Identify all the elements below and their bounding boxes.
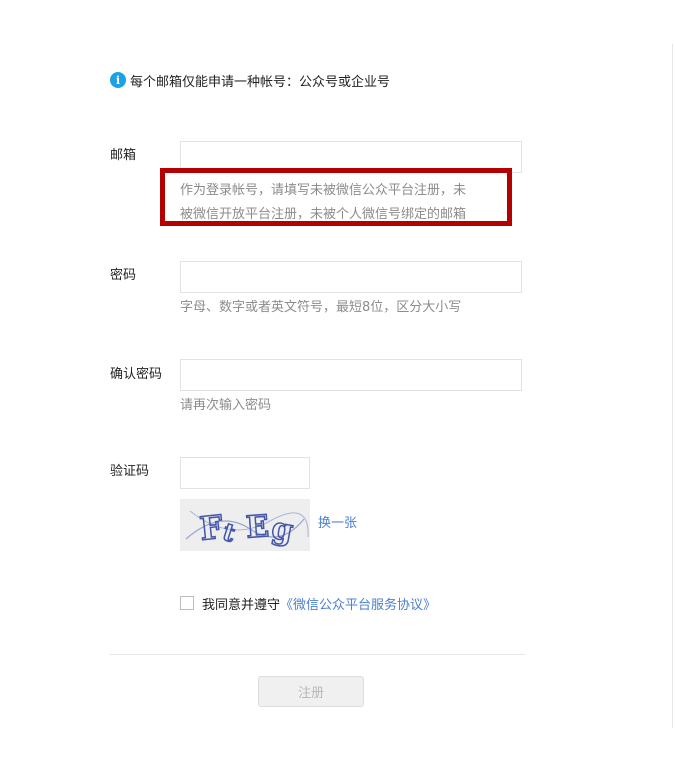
email-hint-line2: 被微信开放平台注册，未被个人微信号绑定的邮箱 [180, 207, 467, 222]
account-notice: i 每个邮箱仅能申请一种帐号：公众号或企业号 [110, 71, 391, 90]
password-label: 密码 [110, 268, 137, 283]
confirm-password-input[interactable] [180, 359, 522, 391]
captcha-input[interactable] [180, 457, 310, 489]
password-input[interactable] [180, 261, 522, 293]
agreement-text: 我同意并遵守 [202, 597, 281, 613]
email-label: 邮箱 [110, 148, 137, 163]
confirm-password-label: 确认密码 [110, 367, 163, 382]
confirm-password-hint: 请再次输入密码 [180, 398, 272, 413]
password-hint: 字母、数字或者英文符号，最短8位，区分大小写 [180, 300, 462, 315]
captcha-image[interactable]: F t E g [180, 499, 310, 551]
agreement-link[interactable]: 《微信公众平台服务协议》 [280, 594, 436, 613]
captcha-graphic: F t E g [180, 499, 310, 551]
form-divider [110, 654, 525, 655]
captcha-refresh-link[interactable]: 换一张 [318, 515, 357, 533]
captcha-label: 验证码 [110, 464, 150, 479]
email-hint-line1: 作为登录帐号，请填写未被微信公众平台注册，未 [180, 183, 467, 198]
agreement-checkbox[interactable] [180, 596, 194, 610]
right-divider [672, 44, 673, 728]
info-icon: i [110, 72, 126, 88]
agreement-row: 我同意并遵守 《微信公众平台服务协议》 [180, 594, 436, 613]
email-hint-highlight: 作为登录帐号，请填写未被微信公众平台注册，未 被微信开放平台注册，未被个人微信号… [160, 168, 512, 226]
notice-text: 每个邮箱仅能申请一种帐号：公众号或企业号 [130, 74, 391, 90]
svg-text:E: E [245, 509, 270, 546]
register-button[interactable]: 注册 [258, 676, 364, 707]
